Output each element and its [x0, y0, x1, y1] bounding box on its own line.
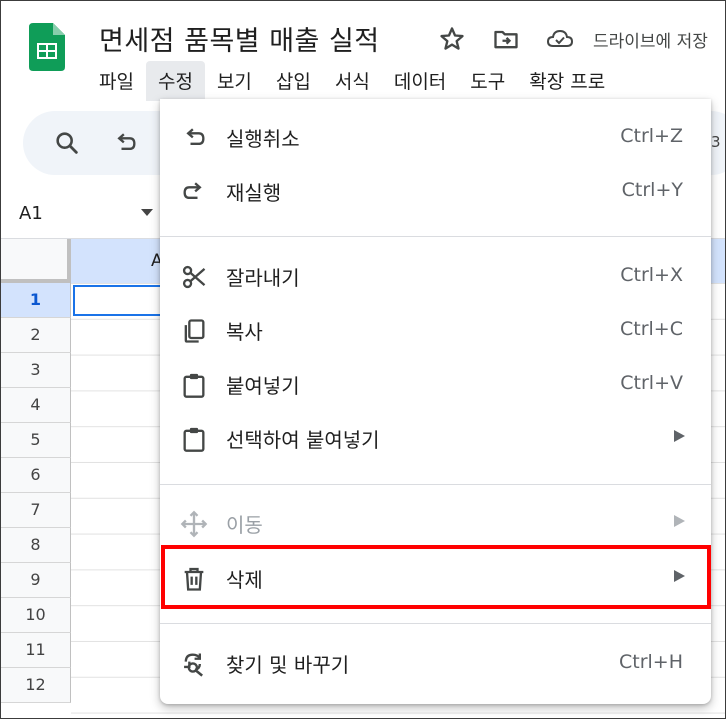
- clipboard-icon: [183, 427, 205, 452]
- shortcut-hint: Ctrl+C: [620, 318, 683, 340]
- menu-option-label: 삭제: [226, 568, 263, 592]
- edit-menu-dropdown: 실행취소 Ctrl+Z 재실행 Ctrl+Y 잘라내기 Ctrl+X 복사 Ct…: [160, 99, 711, 704]
- menu-edit[interactable]: 수정: [145, 61, 205, 101]
- row-header[interactable]: 7: [1, 493, 71, 528]
- row-header[interactable]: 10: [1, 598, 71, 633]
- submenu-arrow-icon: [674, 570, 685, 582]
- menu-option-undo[interactable]: 실행취소 Ctrl+Z: [160, 111, 711, 165]
- drive-status-text: 드라이브에 저장: [593, 32, 708, 52]
- menu-option-label: 복사: [226, 320, 263, 344]
- copy-icon: [184, 319, 205, 343]
- menu-option-move[interactable]: 이동: [160, 497, 711, 551]
- name-box[interactable]: A1: [19, 203, 43, 224]
- app-window: 면세점 품목별 매출 실적 드라이브에 저장 파일 수정 보기 삽입 서식 데이…: [0, 0, 726, 719]
- menu-option-delete[interactable]: 삭제: [160, 552, 711, 606]
- row-header[interactable]: 5: [1, 423, 71, 458]
- menu-option-label: 실행취소: [226, 127, 300, 151]
- menu-option-paste-special[interactable]: 선택하여 붙여넣기: [160, 412, 711, 466]
- menu-bar: 파일 수정 보기 삽입 서식 데이터 도구 확장 프로: [87, 61, 617, 101]
- move-folder-icon[interactable]: [492, 25, 520, 53]
- menu-option-paste[interactable]: 붙여넣기 Ctrl+V: [160, 358, 711, 412]
- menu-tools[interactable]: 도구: [458, 61, 517, 101]
- menu-data[interactable]: 데이터: [382, 61, 458, 101]
- menu-option-cut[interactable]: 잘라내기 Ctrl+X: [160, 250, 711, 304]
- shortcut-hint: Ctrl+V: [620, 372, 683, 394]
- menu-view[interactable]: 보기: [205, 61, 264, 101]
- menu-option-find-replace[interactable]: 찾기 및 바꾸기 Ctrl+H: [160, 637, 711, 691]
- select-all-corner[interactable]: [1, 239, 71, 283]
- row-header[interactable]: 2: [1, 318, 71, 353]
- undo-icon[interactable]: [111, 129, 139, 157]
- row-header[interactable]: 3: [1, 353, 71, 388]
- row-header[interactable]: 11: [1, 633, 71, 668]
- name-box-dropdown-icon[interactable]: [141, 209, 153, 216]
- undo-icon: [186, 128, 205, 145]
- menu-option-label: 붙여넣기: [226, 374, 300, 398]
- move-arrows-icon: [180, 510, 208, 538]
- menu-format[interactable]: 서식: [323, 61, 382, 101]
- shortcut-hint: Ctrl+Y: [621, 179, 683, 201]
- shortcut-hint: Ctrl+X: [620, 264, 683, 286]
- menu-option-label: 이동: [226, 513, 263, 537]
- star-icon[interactable]: [438, 25, 466, 53]
- menu-option-label: 잘라내기: [226, 266, 300, 290]
- selected-cell-a1[interactable]: [73, 285, 169, 316]
- row-header[interactable]: 6: [1, 458, 71, 493]
- menu-option-redo[interactable]: 재실행 Ctrl+Y: [160, 165, 711, 219]
- submenu-arrow-icon: [674, 430, 685, 442]
- find-replace-icon: [184, 653, 203, 677]
- shortcut-hint: Ctrl+Z: [620, 125, 683, 147]
- trash-icon: [184, 567, 204, 591]
- menu-option-label: 재실행: [226, 181, 282, 205]
- menu-option-copy[interactable]: 복사 Ctrl+C: [160, 304, 711, 358]
- redo-icon: [183, 182, 202, 199]
- search-icon[interactable]: [53, 129, 81, 157]
- row-headers: 1 2 3 4 5 6 7 8 9 10 11 12: [1, 283, 71, 703]
- menu-divider: [160, 623, 711, 624]
- clipboard-icon: [183, 373, 205, 398]
- row-header[interactable]: 12: [1, 668, 71, 703]
- menu-option-label: 선택하여 붙여넣기: [226, 428, 380, 452]
- scissors-icon: [182, 265, 206, 289]
- menu-divider: [160, 236, 711, 237]
- menu-insert[interactable]: 삽입: [264, 61, 323, 101]
- row-header[interactable]: 8: [1, 528, 71, 563]
- menu-divider: [160, 484, 711, 485]
- submenu-arrow-icon: [674, 515, 685, 527]
- menu-file[interactable]: 파일: [87, 61, 146, 101]
- toolbar-font-size[interactable]: 3: [711, 133, 721, 151]
- document-title[interactable]: 면세점 품목별 매출 실적: [99, 19, 380, 58]
- sheets-logo-icon[interactable]: [29, 23, 65, 71]
- shortcut-hint: Ctrl+H: [618, 651, 683, 673]
- menu-option-label: 찾기 및 바꾸기: [226, 653, 350, 677]
- cloud-saved-icon[interactable]: [546, 25, 574, 53]
- row-header[interactable]: 4: [1, 388, 71, 423]
- row-header[interactable]: 9: [1, 563, 71, 598]
- menu-extensions[interactable]: 확장 프로: [517, 61, 617, 101]
- row-header[interactable]: 1: [1, 283, 71, 318]
